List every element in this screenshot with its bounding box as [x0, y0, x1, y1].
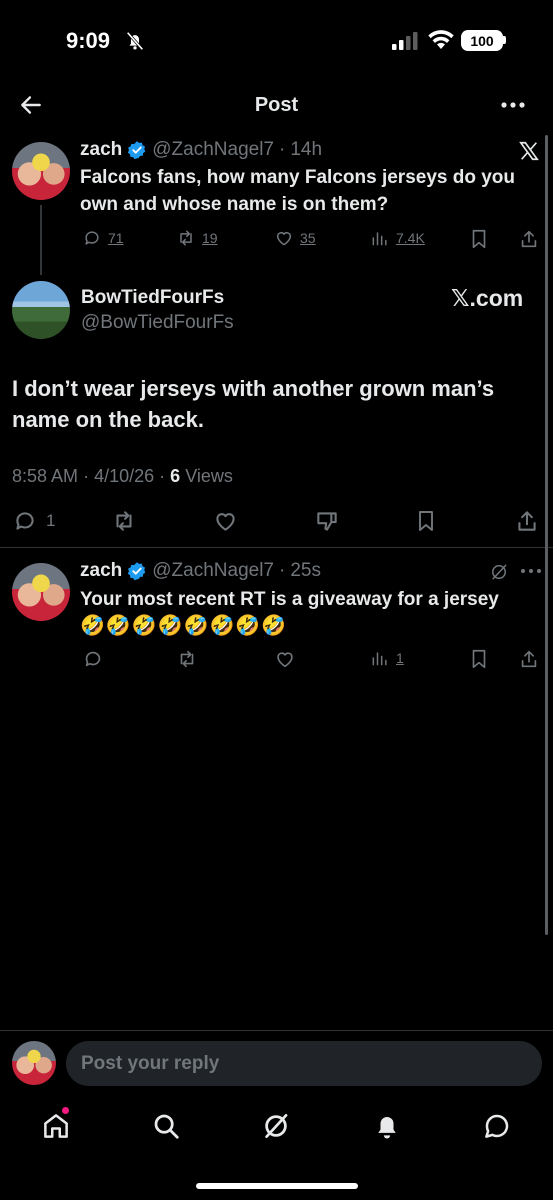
reply-input[interactable]: Post your reply	[66, 1041, 542, 1086]
post-text: Your most recent RT is a giveaway for a …	[80, 589, 499, 610]
reply-button[interactable]: 71	[82, 228, 124, 248]
reply-placeholder: Post your reply	[81, 1052, 220, 1074]
battery-indicator: 100	[461, 30, 503, 51]
repost-button[interactable]: 19	[176, 228, 218, 248]
views-button[interactable]: 7.4K	[370, 228, 425, 248]
like-icon[interactable]	[274, 648, 296, 670]
home-icon[interactable]	[41, 1111, 71, 1141]
views-count: 6	[170, 466, 181, 486]
post-time: 8:58 AM	[12, 466, 79, 486]
author-name[interactable]: zach	[80, 139, 122, 161]
views-count: 7.4K	[396, 230, 425, 246]
verified-badge-icon	[128, 562, 146, 581]
share-icon[interactable]	[518, 648, 540, 670]
like-icon	[277, 232, 291, 246]
more-icon[interactable]	[520, 562, 542, 580]
author-handle[interactable]: @ZachNagel7	[152, 139, 274, 161]
avatar[interactable]	[12, 281, 70, 339]
post-time: 14h	[290, 139, 323, 160]
post-text: Falcons fans, how many Falcons jerseys d…	[80, 167, 516, 215]
x-logo-icon	[519, 141, 539, 161]
views-label: Views	[185, 466, 233, 486]
author-name[interactable]: BowTiedFourFs	[81, 287, 224, 309]
wifi-icon	[428, 30, 454, 49]
repost-icon[interactable]	[176, 648, 198, 670]
author-handle[interactable]: @BowTiedFourFs	[81, 312, 234, 334]
bookmark-icon[interactable]	[468, 228, 490, 250]
separator: ·	[159, 466, 166, 486]
bookmark-icon[interactable]	[414, 508, 438, 534]
verified-badge-icon	[128, 141, 146, 160]
views-icon	[372, 232, 387, 246]
grok-icon[interactable]	[261, 1111, 291, 1141]
more-icon[interactable]	[500, 94, 526, 116]
repost-icon[interactable]	[110, 508, 138, 534]
share-icon[interactable]	[518, 228, 540, 250]
author-handle[interactable]: @ZachNagel7	[152, 560, 274, 582]
grok-icon[interactable]	[489, 562, 509, 582]
reply-icon	[16, 512, 34, 530]
reply-button[interactable]: 1	[12, 508, 55, 534]
avatar[interactable]	[12, 142, 70, 200]
dislike-icon[interactable]	[314, 508, 340, 534]
search-icon[interactable]	[151, 1111, 181, 1141]
views-icon	[372, 652, 387, 666]
messages-icon[interactable]	[482, 1111, 512, 1141]
divider	[0, 1030, 553, 1031]
divider	[0, 547, 553, 548]
views-button[interactable]: 1	[370, 648, 404, 668]
bookmark-icon[interactable]	[468, 648, 490, 670]
thread-line	[40, 205, 42, 275]
reply-icon	[85, 231, 99, 245]
avatar[interactable]	[12, 563, 70, 621]
post-header: zach @ZachNagel7 · 25s	[80, 560, 321, 582]
emoji-row: 🤣🤣🤣🤣🤣🤣🤣🤣	[80, 615, 288, 637]
post-date: 4/10/26	[94, 466, 155, 486]
post-text: I don’t wear jerseys with another grown …	[12, 376, 495, 432]
like-icon[interactable]	[212, 508, 239, 534]
avatar	[12, 1041, 56, 1085]
bell-icon[interactable]	[372, 1111, 402, 1141]
source-label: 𝕏.com	[451, 285, 524, 311]
post-meta: 8:58 AM · 4/10/26 · 6 Views	[12, 466, 233, 487]
home-indicator	[196, 1183, 358, 1189]
reply-icon[interactable]	[82, 648, 104, 670]
reply-count: 71	[108, 230, 124, 246]
bell-muted-icon	[126, 31, 144, 51]
post-header: zach @ZachNagel7 · 14h	[80, 139, 322, 161]
author-name[interactable]: zach	[80, 560, 122, 582]
cellular-signal-icon	[392, 32, 418, 50]
battery-tip	[503, 36, 506, 44]
scrollbar[interactable]	[545, 135, 548, 935]
separator: ·	[279, 560, 286, 581]
share-icon[interactable]	[514, 508, 540, 534]
like-button[interactable]: 35	[274, 228, 316, 248]
views-count: 1	[396, 650, 404, 666]
separator: ·	[83, 466, 90, 486]
like-count: 35	[300, 230, 316, 246]
status-time: 9:09	[66, 28, 111, 53]
post-time: 25s	[290, 560, 321, 581]
reply-count: 1	[46, 511, 56, 530]
separator: ·	[279, 139, 286, 160]
page-title: Post	[254, 94, 299, 116]
notification-dot	[62, 1107, 69, 1114]
repost-count: 19	[202, 230, 218, 246]
repost-icon	[180, 230, 192, 246]
